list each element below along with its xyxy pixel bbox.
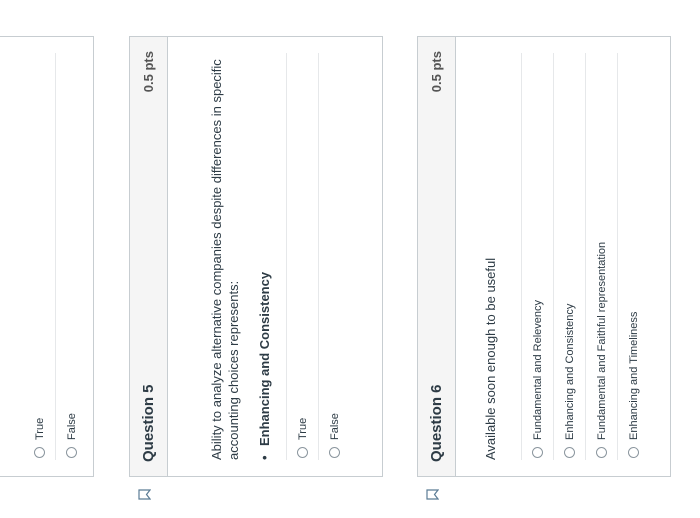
previous-answer-false[interactable]: False (55, 53, 87, 460)
radio-button[interactable] (532, 447, 543, 458)
question-text: Ability to analyze alternative companies… (209, 59, 241, 460)
question-6-header: Question 6 0.5 pts (418, 37, 456, 476)
answer-label: False (328, 413, 341, 440)
answer-option-1[interactable]: Fundamental and Relevency (521, 53, 553, 460)
answer-label: Enhancing and Timeliness (627, 311, 640, 440)
question-6-card: Question 6 0.5 pts Available soon enough… (417, 36, 671, 477)
question-text: Available soon enough to be useful (483, 257, 498, 460)
question-title: Question 6 (428, 384, 445, 462)
question-5-card: Question 5 0.5 pts Ability to analyze al… (129, 36, 383, 477)
radio-button[interactable] (66, 447, 77, 458)
bookmark-flag-icon[interactable] (426, 488, 439, 501)
answer-label: True (296, 417, 309, 440)
answer-label: Enhancing and Consistency (563, 303, 576, 440)
answer-label: True (33, 417, 46, 440)
answer-true[interactable]: True (286, 53, 318, 460)
radio-button[interactable] (297, 447, 308, 458)
question-points: 0.5 pts (141, 51, 156, 93)
answer-list: True False (286, 53, 350, 460)
question-bullet: • Enhancing and Consistency (257, 53, 272, 460)
answer-label: Fundamental and Relevency (531, 299, 544, 440)
question-6-body: Available soon enough to be useful Funda… (456, 37, 649, 476)
radio-button[interactable] (564, 447, 575, 458)
question-5-body: Ability to analyze alternative companies… (168, 37, 350, 476)
question-points: 0.5 pts (429, 51, 444, 93)
previous-question-body: True False (0, 37, 87, 476)
answer-option-2[interactable]: Enhancing and Consistency (553, 53, 585, 460)
radio-button[interactable] (34, 447, 45, 458)
question-title: Question 5 (140, 384, 157, 462)
answer-list: Fundamental and Relevency Enhancing and … (521, 53, 649, 460)
answer-label: Fundamental and Faithful representation (595, 241, 608, 440)
answer-false[interactable]: False (318, 53, 350, 460)
radio-button[interactable] (628, 447, 639, 458)
question-5-header: Question 5 0.5 pts (130, 37, 168, 476)
radio-button[interactable] (329, 447, 340, 458)
quiz-canvas: True False Question 5 0.5 pts Ability to… (0, 0, 700, 518)
bookmark-flag-icon[interactable] (138, 488, 151, 501)
bullet-dot: • (257, 455, 272, 460)
answer-option-4[interactable]: Enhancing and Timeliness (617, 53, 649, 460)
bullet-text: Enhancing and Consistency (257, 271, 272, 446)
radio-button[interactable] (596, 447, 607, 458)
previous-question-card: True False (0, 36, 94, 477)
answer-option-3[interactable]: Fundamental and Faithful representation (585, 53, 617, 460)
previous-answer-true[interactable]: True (24, 53, 55, 460)
answer-label: False (65, 413, 78, 440)
